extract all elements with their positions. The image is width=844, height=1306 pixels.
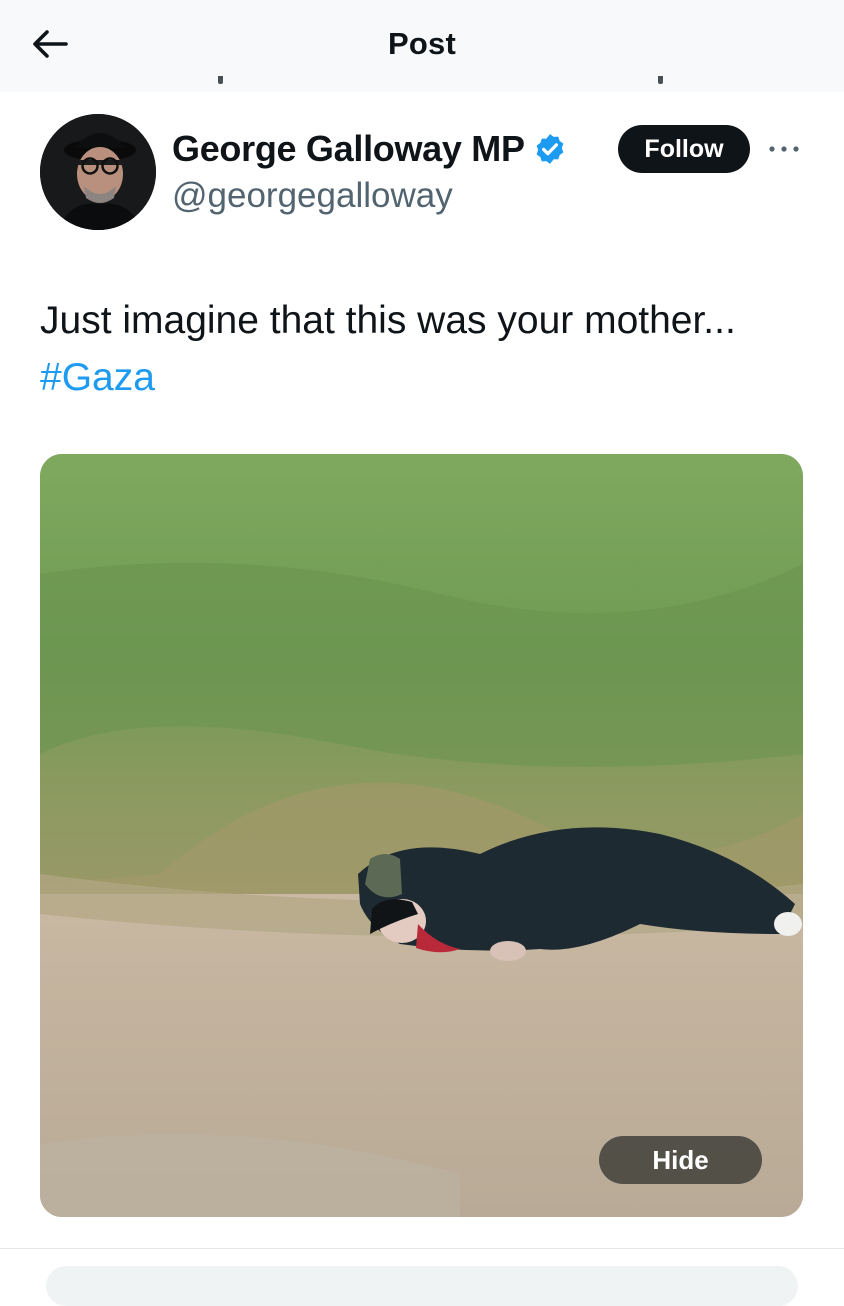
verified-badge-icon (536, 134, 564, 164)
scrolled-content-fragment (0, 76, 844, 98)
author-name-text: George Galloway MP (172, 128, 525, 169)
more-horizontal-icon (769, 146, 799, 152)
section-divider (0, 1248, 844, 1249)
post-body-text: Just imagine that this was your mother..… (40, 299, 736, 342)
reply-composer-bar[interactable] (46, 1266, 798, 1306)
hashtag-link[interactable]: #Gaza (40, 356, 155, 399)
hide-media-button[interactable]: Hide (599, 1136, 762, 1184)
avatar[interactable] (40, 114, 156, 230)
author-handle[interactable]: @georgegalloway (172, 176, 453, 216)
profile-photo (40, 114, 156, 230)
photo-content (40, 454, 803, 1217)
author-display-name[interactable]: George Galloway MP (172, 128, 567, 170)
follow-button[interactable]: Follow (618, 125, 750, 173)
page-title: Post (388, 26, 456, 61)
more-options-button[interactable] (766, 136, 802, 162)
post-media-image[interactable] (40, 454, 803, 1217)
post-text: Just imagine that this was your mother..… (40, 292, 800, 406)
